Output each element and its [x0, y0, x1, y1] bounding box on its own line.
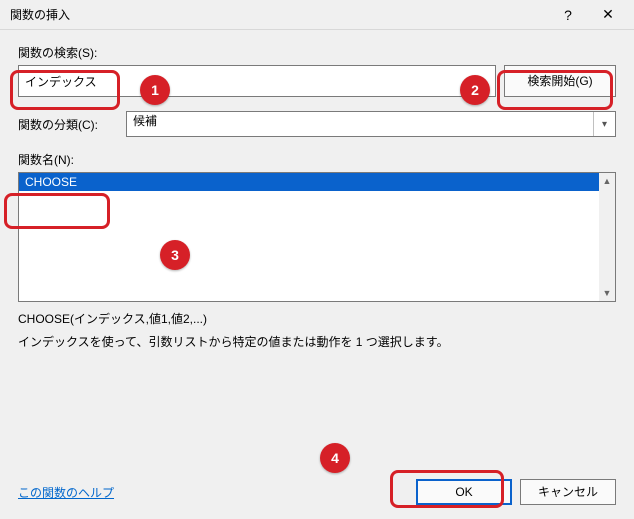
category-label: 関数の分類(C): — [18, 116, 118, 133]
function-syntax: CHOOSE(インデックス,値1,値2,...) — [18, 310, 616, 327]
category-select[interactable]: 候補 ▾ — [126, 111, 616, 137]
dialog-footer: この関数のヘルプ OK キャンセル — [18, 479, 616, 505]
titlebar: 関数の挿入 ? ✕ — [0, 0, 634, 30]
search-go-button[interactable]: 検索開始(G) — [504, 65, 616, 97]
dialog-content: 関数の検索(S): 検索開始(G) 関数の分類(C): 候補 ▾ 関数名(N):… — [0, 30, 634, 519]
search-label: 関数の検索(S): — [18, 44, 616, 61]
search-input[interactable] — [18, 65, 496, 97]
close-button[interactable]: ✕ — [588, 1, 628, 29]
function-listbox[interactable]: CHOOSE ▲ ▼ — [18, 172, 616, 302]
list-item[interactable]: CHOOSE — [19, 173, 615, 191]
scroll-up-icon[interactable]: ▲ — [599, 173, 615, 189]
annotation-badge-4: 4 — [320, 443, 350, 473]
function-description: インデックスを使って、引数リストから特定の値または動作を 1 つ選択します。 — [18, 333, 616, 350]
chevron-down-icon: ▾ — [593, 112, 615, 136]
scroll-down-icon[interactable]: ▼ — [599, 285, 615, 301]
help-link[interactable]: この関数のヘルプ — [18, 484, 114, 501]
category-value: 候補 — [133, 114, 157, 128]
help-button[interactable]: ? — [548, 1, 588, 29]
scrollbar[interactable]: ▲ ▼ — [599, 173, 615, 301]
cancel-button[interactable]: キャンセル — [520, 479, 616, 505]
function-name-label: 関数名(N): — [18, 151, 616, 168]
ok-button[interactable]: OK — [416, 479, 512, 505]
dialog-title: 関数の挿入 — [10, 6, 548, 23]
